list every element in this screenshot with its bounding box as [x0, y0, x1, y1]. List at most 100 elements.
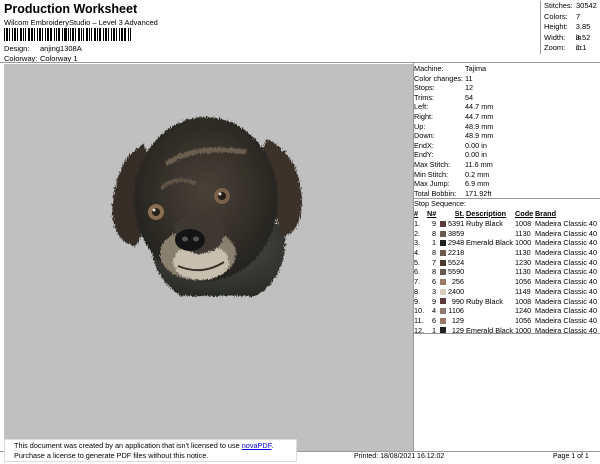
info-value: 11: [465, 73, 473, 83]
barcode-bar: [123, 28, 127, 41]
novapdf-link[interactable]: novaPDF: [242, 441, 272, 450]
info-value: Tajima: [465, 64, 487, 73]
info-label: Total Bobbin:: [414, 188, 457, 198]
info-value: 6.9 mm: [465, 179, 490, 189]
stitch-count: 990: [451, 296, 464, 306]
page-title: Production Worksheet: [4, 2, 138, 16]
col-header: Code: [515, 209, 534, 218]
design-stats: Stitches: 30542 Colors: 7 Height: 3.85 in W…: [540, 1, 598, 54]
thread-brand: Madeira Classic 40: [535, 277, 598, 287]
swatch-chip: [439, 298, 446, 305]
thread-code: 1130: [515, 248, 531, 258]
barcode-bar: [41, 28, 43, 41]
stat-label: Width:: [544, 32, 566, 42]
stitch-count: 256: [451, 277, 464, 287]
thread-code: 1056: [515, 277, 532, 287]
color-swatch: [437, 259, 448, 266]
machine-info-row: EndY: 0.00 in: [414, 150, 598, 160]
stop-number: 6.: [414, 267, 421, 277]
color-swatch: [437, 269, 448, 276]
barcode-bar: [98, 28, 101, 41]
stat-label: Height:: [544, 22, 568, 31]
info-value: 54: [465, 92, 474, 102]
barcode-bar: [5, 28, 8, 41]
barcode-bar: [94, 28, 97, 41]
thread-brand: Madeira Classic 40: [535, 325, 598, 335]
info-label: Left:: [414, 102, 429, 112]
color-swatch: [437, 278, 448, 285]
info-value: 0.2 mm: [465, 169, 490, 179]
info-label: Right:: [414, 111, 434, 121]
stop-row: 3. 1 2948 Emerald Black 1000 Madeira Classic …: [414, 238, 598, 248]
printed-date: Printed: 18/08/2021 16.12.02: [354, 453, 445, 460]
barcode-bar: [44, 28, 46, 41]
stat-value: 3.85 in: [575, 22, 591, 42]
thread-brand: Madeira Classic 40: [535, 238, 598, 248]
thread-brand: Madeira Classic 40: [535, 219, 598, 228]
info-value: 0.00 in: [465, 140, 487, 150]
machine-info-row: Up: 48.9 mm: [414, 122, 598, 132]
stitch-count: 3859: [448, 228, 465, 238]
notice-line-2: Purchase a license to generate PDF files…: [14, 451, 209, 460]
machine-info-row: Min Stitch: 0.2 mm: [414, 170, 598, 180]
thread-code: 1008: [515, 296, 532, 306]
thread-code: 1230: [515, 257, 532, 267]
needle-number: 4: [431, 306, 436, 316]
barcode-bar: [116, 28, 117, 41]
info-value: 48.9 mm: [465, 131, 494, 141]
stitch-count: 129: [451, 325, 464, 335]
stop-row: 2. 8 3859 1130 Madeira Classic 40: [414, 229, 598, 239]
col-header: Description: [466, 209, 507, 218]
info-label: Up:: [414, 121, 426, 131]
color-swatch: [437, 298, 448, 305]
color-swatch: [437, 220, 448, 227]
info-label: Max Stitch:: [414, 159, 451, 169]
stitch-count: 5391: [448, 219, 465, 228]
info-label: Max Jump:: [414, 179, 450, 189]
col-header: Brand: [535, 209, 557, 218]
needle-number: 9: [431, 219, 436, 228]
swatch-chip: [439, 259, 446, 266]
barcode: [4, 28, 132, 41]
thread-description: Emerald Black: [466, 238, 514, 248]
license-notice: This document was created by an applicat…: [4, 439, 297, 462]
machine-info-row: Left: 44.7 mm: [414, 102, 598, 112]
stop-number: 9.: [414, 296, 421, 306]
machine-info-row: EndX: 0.00 in: [414, 141, 598, 151]
stop-sequence-panel: Stop Sequence: # N# St. Description Code…: [414, 199, 598, 335]
thread-brand: Madeira Classic 40: [535, 286, 598, 296]
stop-number: 2.: [414, 228, 421, 238]
barcode-bar: [130, 28, 132, 41]
info-label: EndY:: [414, 150, 434, 160]
machine-info-row: Max Jump: 6.9 mm: [414, 179, 598, 189]
needle-number: 6: [431, 277, 436, 287]
page-number: Page 1 of 1: [553, 453, 589, 460]
stop-table-header: # N# St. Description Code Brand: [414, 209, 598, 219]
barcode-bar: [85, 28, 89, 41]
stitch-count: 2400: [448, 286, 465, 296]
stop-number: 5.: [414, 257, 421, 267]
machine-info-row: Total Bobbin: 171.92ft: [414, 189, 598, 199]
header-divider: [0, 62, 600, 63]
barcode-bar: [63, 28, 67, 41]
barcode-bar: [78, 28, 80, 41]
thread-description: Ruby Black: [466, 296, 503, 306]
needle-number: 8: [431, 267, 436, 277]
barcode-bar: [108, 28, 110, 41]
needle-number: 1: [431, 325, 436, 335]
color-swatch: [437, 288, 448, 295]
machine-info-row: Trims: 54: [414, 93, 598, 103]
swatch-chip: [439, 308, 446, 315]
stop-row: 1. 9 5391 Ruby Black 1008 Madeira Classic 40: [414, 219, 598, 229]
barcode-bar: [72, 28, 75, 41]
swatch-chip: [439, 288, 446, 295]
info-value: 48.9 mm: [465, 121, 494, 131]
stop-number: 4.: [414, 248, 421, 258]
thread-code: 1000: [515, 238, 532, 248]
machine-info-row: Right: 44.7 mm: [414, 112, 598, 122]
barcode-bar: [27, 28, 30, 41]
barcode-bar: [13, 28, 17, 41]
col-header: #: [414, 209, 419, 218]
machine-info-row: Stops: 12: [414, 83, 598, 93]
color-swatch: [437, 230, 448, 237]
